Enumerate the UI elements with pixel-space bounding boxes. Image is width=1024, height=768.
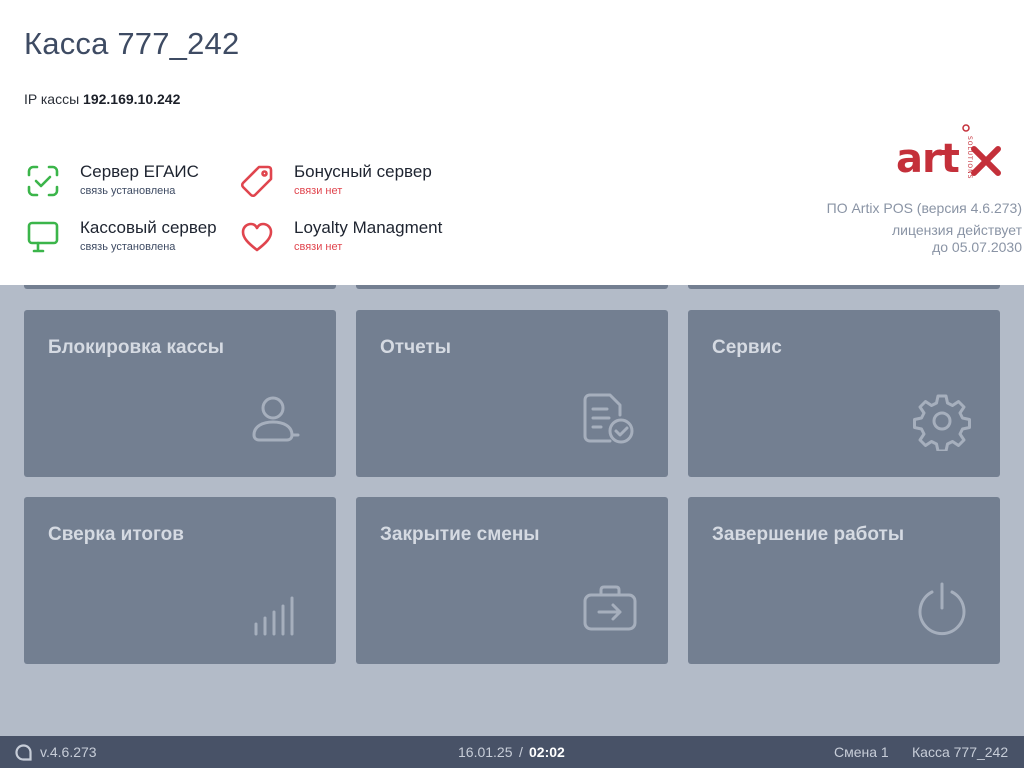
server-name: Кассовый сервер bbox=[80, 218, 217, 237]
tile-lock-register[interactable]: Блокировка кассы bbox=[24, 310, 336, 477]
status-bar: v.4.6.273 16.01.25 / 02:02 Смена 1 Касса… bbox=[0, 736, 1024, 768]
tile-close-shift[interactable]: Закрытие смены bbox=[356, 497, 668, 664]
briefcase-arrow-icon bbox=[580, 578, 640, 638]
svg-text:art: art bbox=[896, 136, 960, 182]
gear-icon bbox=[912, 391, 972, 453]
server-status: связи нет bbox=[294, 241, 343, 253]
time: 02:02 bbox=[529, 744, 565, 760]
server-name: Loyalty Managment bbox=[294, 218, 443, 237]
ip-label: IP кассы bbox=[24, 91, 80, 107]
server-egais[interactable]: Сервер ЕГАИС связь установлена bbox=[24, 162, 234, 202]
date: 16.01.25 bbox=[458, 744, 513, 760]
ip-value: 192.169.10.242 bbox=[83, 91, 181, 107]
tile-totals-reconciliation[interactable]: Сверка итогов bbox=[24, 497, 336, 664]
report-check-icon bbox=[580, 391, 640, 451]
power-icon bbox=[912, 578, 972, 638]
date-time-separator: / bbox=[519, 744, 523, 760]
license-date: до 05.07.2030 bbox=[932, 239, 1022, 255]
info-panel: Касса 777_242 IP кассы 192.169.10.242 Се… bbox=[0, 0, 1024, 285]
server-name: Бонусный сервер bbox=[294, 162, 432, 181]
tile-reports[interactable]: Отчеты bbox=[356, 310, 668, 477]
monitor-icon bbox=[24, 218, 62, 256]
server-status: связь установлена bbox=[80, 241, 176, 253]
tile-service[interactable]: Сервис bbox=[688, 310, 1000, 477]
page-title: Касса 777_242 bbox=[24, 26, 240, 61]
ip-line: IP кассы 192.169.10.242 bbox=[24, 91, 180, 107]
svg-text:SOLUTIONS: SOLUTIONS bbox=[966, 136, 973, 179]
tile-label: Завершение работы bbox=[712, 524, 905, 545]
server-bonus[interactable]: Бонусный сервер связи нет bbox=[238, 162, 448, 202]
tile-label: Закрытие смены bbox=[380, 524, 540, 545]
app-version: v.4.6.273 bbox=[40, 744, 97, 760]
server-status: связи нет bbox=[294, 185, 343, 197]
tile-shutdown[interactable]: Завершение работы bbox=[688, 497, 1000, 664]
shift-indicator: Смена 1 bbox=[834, 744, 889, 760]
tile-label: Сервис bbox=[712, 337, 782, 358]
scan-check-icon bbox=[24, 162, 62, 200]
tile-label: Отчеты bbox=[380, 337, 451, 358]
heart-icon bbox=[238, 218, 276, 256]
tile-label: Сверка итогов bbox=[48, 524, 184, 545]
license-text: лицензия действует bbox=[892, 222, 1022, 238]
artix-logo: art SOLUTIONS bbox=[894, 122, 1004, 192]
register-indicator: Касса 777_242 bbox=[912, 744, 1009, 760]
tile-label: Блокировка кассы bbox=[48, 337, 224, 358]
server-cash[interactable]: Кассовый сервер связь установлена bbox=[24, 218, 234, 258]
product-version: ПО Artix POS (версия 4.6.273) bbox=[826, 200, 1022, 216]
user-icon bbox=[248, 391, 308, 451]
tag-icon bbox=[238, 162, 276, 200]
server-status: связь установлена bbox=[80, 185, 176, 197]
bar-chart-icon bbox=[248, 578, 308, 638]
server-loyalty[interactable]: Loyalty Managment связи нет bbox=[238, 218, 448, 258]
server-name: Сервер ЕГАИС bbox=[80, 162, 199, 181]
app-logo-icon bbox=[15, 744, 32, 761]
